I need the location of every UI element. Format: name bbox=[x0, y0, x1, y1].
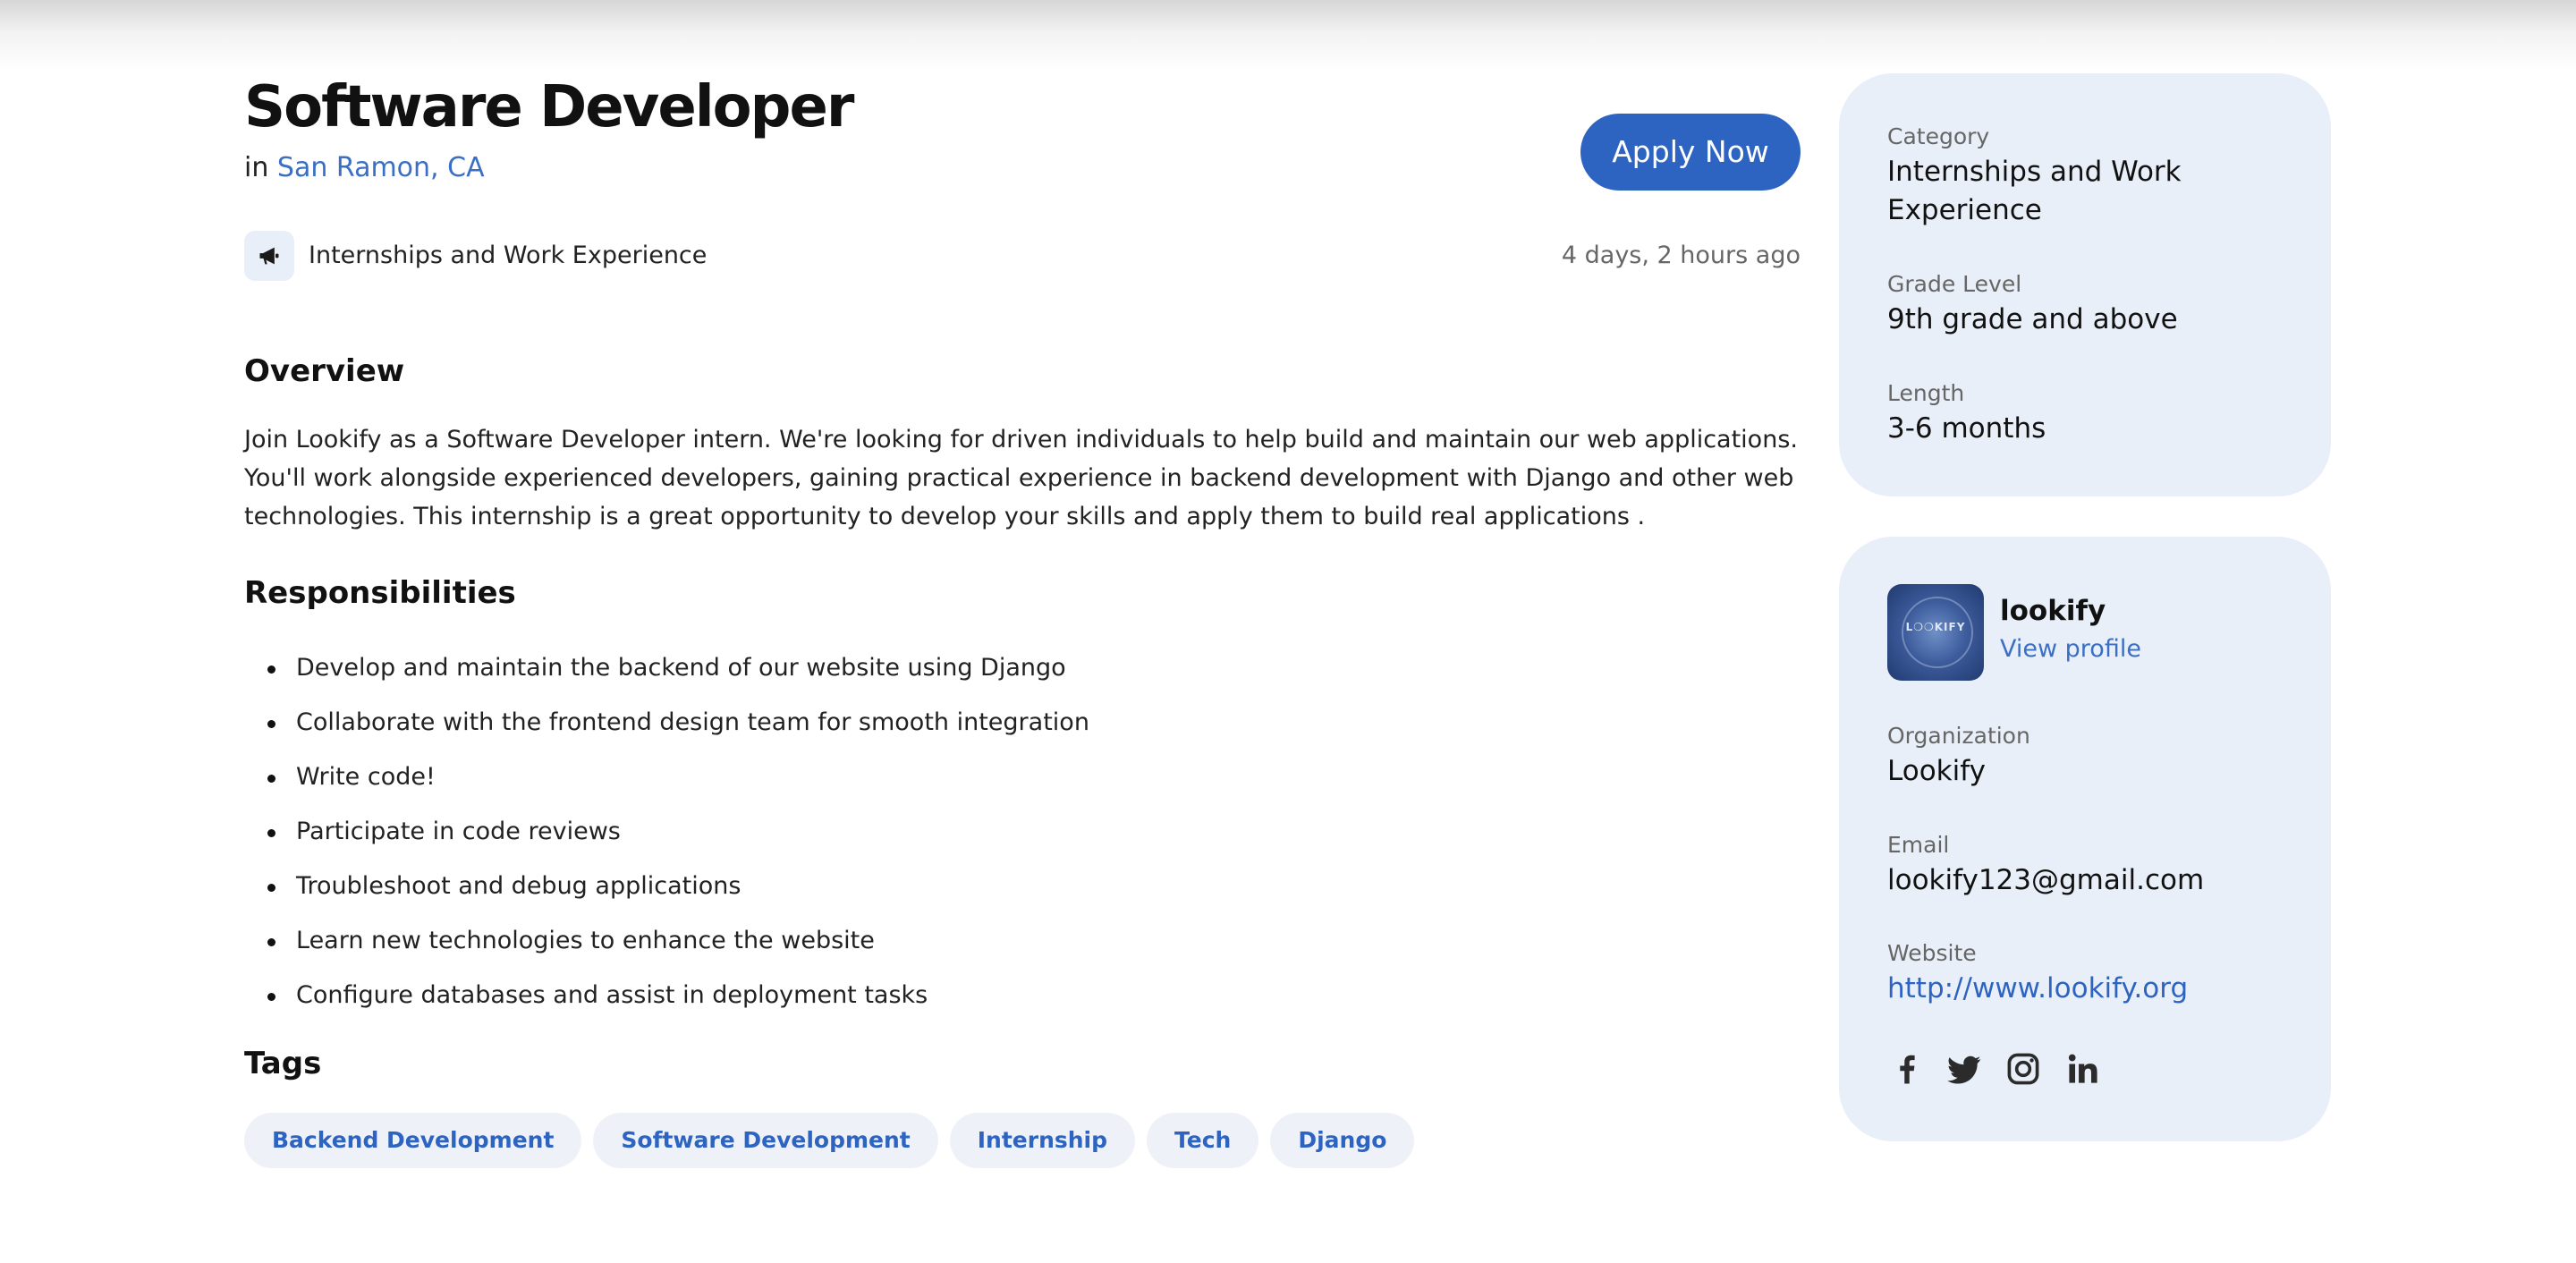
list-item: Write code! bbox=[267, 750, 1089, 804]
posted-time: 4 days, 2 hours ago bbox=[1561, 242, 1801, 269]
job-details-card: Category Internships and Work Experience… bbox=[1839, 73, 2331, 496]
responsibilities-heading: Responsibilities bbox=[244, 575, 516, 611]
job-title: Software Developer bbox=[244, 74, 854, 140]
overview-text: Join Lookify as a Software Developer int… bbox=[244, 426, 1798, 530]
tags-list: Backend Development Software Development I… bbox=[244, 1113, 1426, 1168]
header-shadow bbox=[0, 0, 2576, 72]
tag-chip[interactable]: Internship bbox=[949, 1113, 1136, 1168]
overview-heading: Overview bbox=[244, 353, 405, 389]
website-value: http://www.lookify.org bbox=[1887, 970, 2188, 1008]
view-profile-link[interactable]: View profile bbox=[2000, 633, 2141, 665]
tag-chip[interactable]: Software Development bbox=[593, 1113, 938, 1168]
apply-now-button[interactable]: Apply Now bbox=[1580, 114, 1801, 191]
tag-chip[interactable]: Backend Development bbox=[244, 1113, 582, 1168]
job-category-row: Internships and Work Experience 4 days, … bbox=[244, 231, 1801, 281]
category-label: Category bbox=[1887, 123, 1990, 149]
list-item: Develop and maintain the backend of our … bbox=[267, 640, 1089, 695]
twitter-icon[interactable] bbox=[1945, 1049, 1984, 1089]
organization-label: Organization bbox=[1887, 723, 2030, 749]
email-value: lookify123@gmail.com bbox=[1887, 864, 2205, 896]
length-label: Length bbox=[1887, 380, 1965, 406]
length-value: 3-6 months bbox=[1887, 412, 2046, 445]
instagram-icon[interactable] bbox=[2004, 1049, 2043, 1089]
organization-value: Lookify bbox=[1887, 755, 1986, 787]
megaphone-icon bbox=[244, 231, 294, 281]
organization-card: L❍❍KIFY lookify View profile Organizatio… bbox=[1839, 537, 2331, 1141]
website-link[interactable]: http://www.lookify.org bbox=[1887, 972, 2188, 1004]
location-prefix: in bbox=[244, 152, 269, 183]
list-item: Learn new technologies to enhance the we… bbox=[267, 913, 1089, 968]
email-label: Email bbox=[1887, 832, 1950, 858]
organization-logo[interactable]: L❍❍KIFY bbox=[1887, 584, 1984, 681]
website-label: Website bbox=[1887, 940, 1977, 966]
list-item: Collaborate with the frontend design tea… bbox=[267, 695, 1089, 750]
tags-heading: Tags bbox=[244, 1046, 322, 1081]
grade-level-value: 9th grade and above bbox=[1887, 303, 2178, 335]
list-item: Troubleshoot and debug applications bbox=[267, 859, 1089, 913]
list-item: Participate in code reviews bbox=[267, 804, 1089, 859]
location-link[interactable]: San Ramon, CA bbox=[277, 152, 485, 183]
organization-name: lookify bbox=[2000, 595, 2106, 627]
job-category-label: Internships and Work Experience bbox=[309, 242, 708, 269]
linkedin-icon[interactable] bbox=[2063, 1049, 2103, 1089]
list-item: Configure databases and assist in deploy… bbox=[267, 968, 1089, 1022]
logo-wordmark: L❍❍KIFY bbox=[1905, 621, 1966, 633]
facebook-icon[interactable] bbox=[1887, 1049, 1927, 1089]
grade-level-label: Grade Level bbox=[1887, 271, 2022, 297]
job-location: in San Ramon, CA bbox=[244, 150, 485, 186]
responsibilities-list: Develop and maintain the backend of our … bbox=[244, 640, 1089, 1022]
category-value: Internships and Work Experience bbox=[1887, 156, 2182, 226]
tag-chip[interactable]: Tech bbox=[1147, 1113, 1259, 1168]
tag-chip[interactable]: Django bbox=[1270, 1113, 1415, 1168]
